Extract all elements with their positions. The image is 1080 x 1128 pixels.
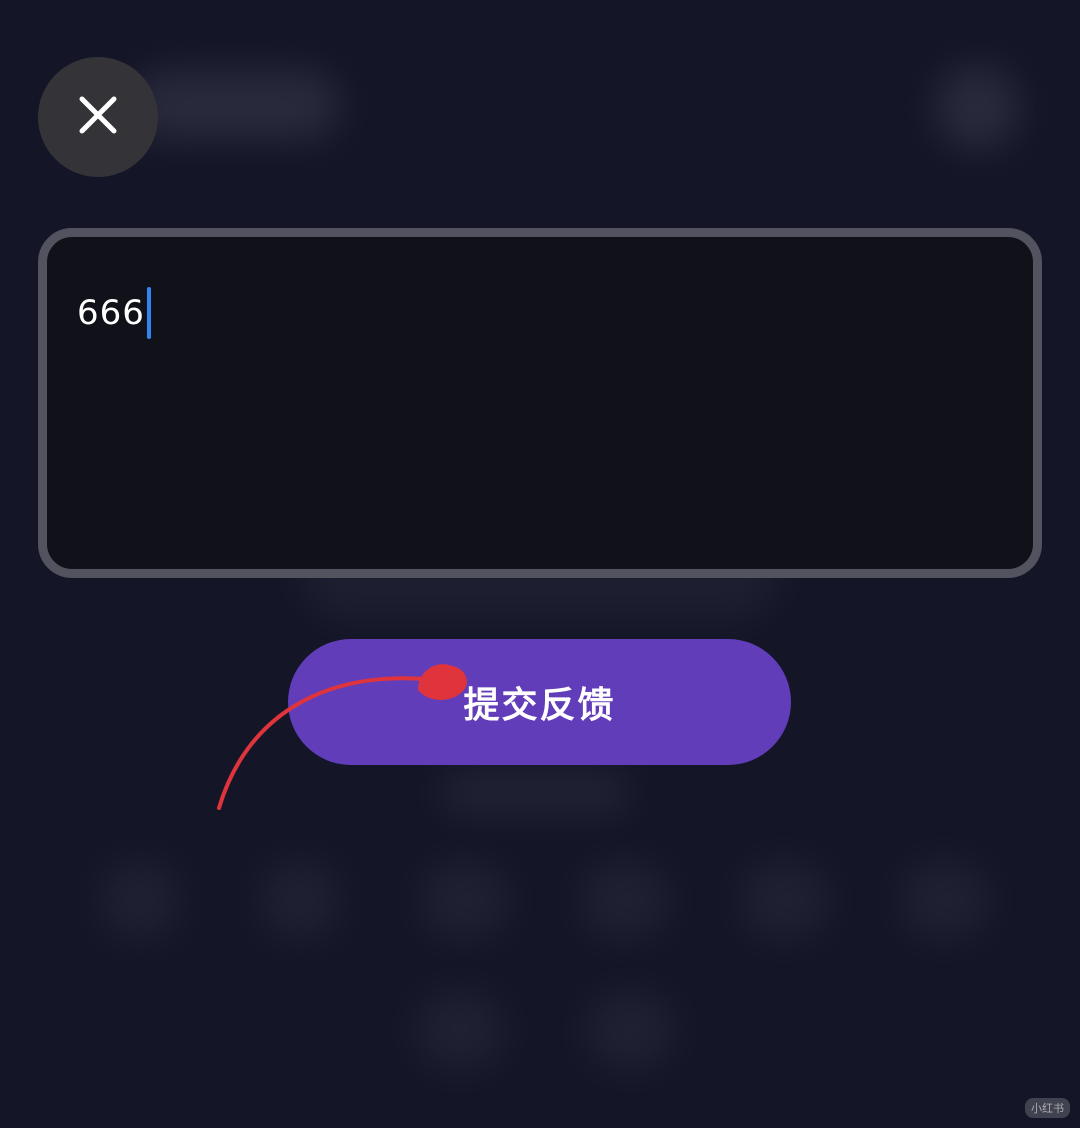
blurred-header-icon: [935, 65, 1020, 150]
blurred-icon: [420, 860, 510, 940]
blurred-line: [440, 770, 630, 815]
text-caret: [146, 287, 151, 339]
blurred-icon: [260, 860, 340, 940]
feedback-screen: 666 提交反馈 小红书: [0, 0, 1080, 1128]
feedback-text: 666: [77, 293, 145, 333]
submit-feedback-label: 提交反馈: [463, 685, 616, 726]
blurred-icon: [415, 990, 505, 1070]
close-icon: [78, 95, 118, 139]
feedback-input-value: 666: [77, 287, 151, 339]
blurred-title: [130, 70, 340, 140]
blurred-icon: [100, 860, 180, 940]
blurred-icon: [900, 860, 990, 940]
watermark-logo: 小红书: [1025, 1098, 1070, 1118]
blurred-icon: [580, 860, 670, 940]
close-button[interactable]: [38, 57, 158, 177]
blurred-icon: [585, 990, 675, 1070]
blurred-icon: [740, 860, 830, 940]
feedback-textarea[interactable]: 666: [38, 228, 1042, 578]
submit-feedback-button[interactable]: 提交反馈: [288, 639, 791, 765]
